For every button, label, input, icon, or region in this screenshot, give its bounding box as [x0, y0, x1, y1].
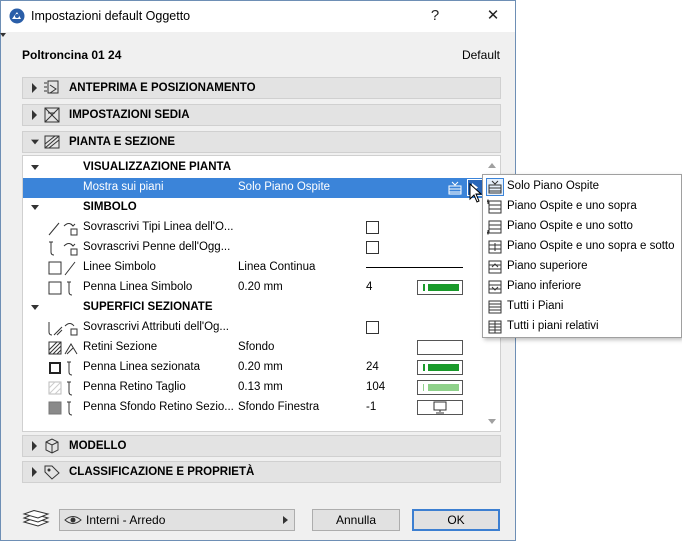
row-cut-background-pen[interactable]: Penna Sfondo Retino Sezio... Sfondo Fine…	[23, 398, 484, 418]
host-and-above-icon	[487, 199, 502, 214]
collapse-triangle-icon	[31, 305, 39, 310]
section-plan-section[interactable]: PIANTA E SEZIONE	[22, 131, 501, 153]
plan-section-icon	[44, 135, 60, 149]
row-show-on-floors[interactable]: Mostra sui piani Solo Piano Ospite	[23, 178, 484, 198]
override-pens-checkbox[interactable]	[366, 241, 379, 254]
pen-color-sample	[423, 284, 459, 291]
row-cut-line-pen[interactable]: Penna Linea sezionata 0.20 mm 24	[23, 358, 484, 378]
all-relative-floors-icon	[488, 320, 502, 334]
section-label: PIANTA E SEZIONE	[69, 136, 176, 148]
section-label: IMPOSTAZIONI SEDIA	[69, 109, 190, 121]
section-label: MODELLO	[69, 440, 127, 452]
section-chair-settings[interactable]: IMPOSTAZIONI SEDIA	[22, 104, 501, 126]
collapse-triangle-icon	[31, 165, 39, 170]
dialog-title: Impostazioni default Oggetto	[31, 9, 191, 23]
menu-item-lower-floor[interactable]: Piano inferiore	[483, 277, 681, 297]
chevron-right-icon	[32, 110, 37, 120]
scroll-up-icon[interactable]	[488, 163, 496, 168]
object-name: Poltroncina 01 24	[22, 48, 122, 62]
preview-placement-icon	[44, 80, 59, 94]
pen-color-swatch[interactable]	[417, 280, 463, 295]
all-floors-icon	[488, 300, 502, 314]
menu-item-upper-floor[interactable]: Piano superiore	[483, 257, 681, 277]
chevron-right-icon	[283, 516, 288, 524]
pen-color-swatch[interactable]	[417, 380, 463, 395]
group-plan-display[interactable]: VISUALIZZAZIONE PIANTA	[23, 158, 484, 178]
layers-icon	[22, 510, 50, 527]
cut-fill-icon	[48, 341, 78, 355]
row-override-pens[interactable]: Sovrascrivi Penne dell'Ogg...	[23, 238, 484, 258]
row-symbol-line-pen[interactable]: Penna Linea Simbolo 0.20 mm 4	[23, 278, 484, 298]
background-pen-swatch[interactable]	[417, 400, 463, 415]
row-override-line-types[interactable]: Sovrascrivi Tipi Linea dell'O...	[23, 218, 484, 238]
floor-display-icon	[448, 181, 462, 195]
override-cut-attributes-icon	[48, 322, 78, 336]
section-model[interactable]: MODELLO	[22, 435, 501, 457]
monitor-icon	[433, 401, 447, 414]
row-cut-fills[interactable]: Retini Sezione Sfondo	[23, 338, 484, 358]
pen-color-sample	[423, 364, 459, 371]
eye-icon	[64, 516, 82, 524]
group-cut-surfaces[interactable]: SUPERFICI SEZIONATE	[23, 298, 484, 318]
floor-display-menu: Solo Piano Ospite Piano Ospite e uno sop…	[482, 174, 682, 338]
title-bar: Impostazioni default Oggetto ? ✕	[1, 1, 515, 32]
host-above-below-icon	[488, 240, 502, 254]
menu-item-all-floors[interactable]: Tutti i Piani	[483, 297, 681, 317]
host-story-only-icon	[486, 178, 504, 196]
mouse-cursor	[469, 183, 483, 203]
section-label: ANTEPRIMA E POSIZIONAMENTO	[69, 82, 256, 94]
archicad-app-icon	[9, 8, 25, 24]
pen-color-swatch[interactable]	[417, 360, 463, 375]
row-cut-fill-pen[interactable]: Penna Retino Taglio 0.13 mm 104	[23, 378, 484, 398]
row-symbol-lines[interactable]: Linee Simbolo Linea Continua	[23, 258, 484, 278]
section-preview[interactable]: ANTEPRIMA E POSIZIONAMENTO	[22, 77, 501, 99]
ok-button[interactable]: OK	[412, 509, 500, 531]
model-cube-icon	[45, 438, 59, 454]
override-cut-attributes-checkbox[interactable]	[366, 321, 379, 334]
cancel-button[interactable]: Annulla	[312, 509, 400, 531]
pen-color-sample	[423, 384, 459, 391]
object-default-settings-dialog: Impostazioni default Oggetto ? ✕ Poltron…	[0, 0, 516, 541]
cut-line-pen-icon	[49, 361, 73, 376]
chevron-right-icon	[32, 441, 37, 451]
override-line-types-checkbox[interactable]	[366, 221, 379, 234]
pen-icon	[48, 281, 73, 296]
host-and-below-icon	[487, 220, 502, 235]
override-line-type-icon	[48, 222, 78, 236]
help-button[interactable]: ?	[421, 5, 449, 27]
upper-floor-icon	[488, 260, 502, 274]
override-pen-icon	[49, 241, 78, 256]
cut-fill-pen-icon	[48, 381, 73, 396]
chevron-right-icon	[32, 467, 37, 477]
resize-marker	[0, 33, 6, 37]
chair-settings-icon	[44, 107, 60, 123]
row-value: Solo Piano Ospite	[238, 181, 331, 193]
close-button[interactable]: ✕	[479, 5, 507, 27]
row-override-cut-attributes[interactable]: Sovrascrivi Attributi dell'Og...	[23, 318, 484, 338]
menu-item-host-and-one-above[interactable]: Piano Ospite e uno sopra	[483, 197, 681, 217]
menu-item-host-above-below[interactable]: Piano Ospite e uno sopra e sotto	[483, 237, 681, 257]
menu-item-host-and-one-below[interactable]: Piano Ospite e uno sotto	[483, 217, 681, 237]
layer-select[interactable]: Interni - Arredo	[59, 509, 295, 531]
layer-select-value: Interni - Arredo	[86, 513, 166, 527]
line-type-sample	[366, 267, 463, 268]
group-symbol[interactable]: SIMBOLO	[23, 198, 484, 218]
cut-background-pen-icon	[48, 401, 73, 416]
symbol-line-type-icon	[48, 261, 76, 276]
chevron-down-icon	[31, 139, 39, 145]
section-label: CLASSIFICAZIONE E PROPRIETÀ	[69, 466, 255, 478]
menu-item-all-relative-floors[interactable]: Tutti i piani relativi	[483, 317, 681, 337]
section-classification[interactable]: CLASSIFICAZIONE E PROPRIETÀ	[22, 461, 501, 483]
classification-icon	[44, 465, 60, 480]
default-label: Default	[461, 48, 500, 62]
chevron-right-icon	[32, 83, 37, 93]
lower-floor-icon	[488, 280, 502, 294]
collapse-triangle-icon	[31, 205, 39, 210]
row-name: Mostra sui piani	[83, 181, 164, 193]
cut-fill-swatch[interactable]	[417, 340, 463, 355]
scroll-down-icon[interactable]	[488, 419, 496, 424]
menu-item-host-only[interactable]: Solo Piano Ospite	[483, 177, 681, 197]
dialog-footer: Interni - Arredo Annulla OK	[22, 509, 501, 533]
